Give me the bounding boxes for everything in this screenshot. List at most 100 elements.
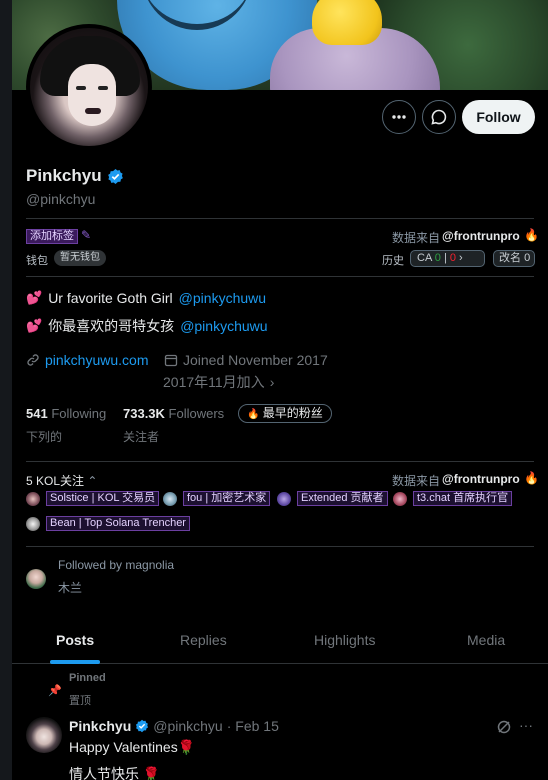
tab-highlights[interactable]: Highlights <box>314 632 375 648</box>
chevron-right-icon: › <box>269 374 275 390</box>
early-followers-label: 最早的粉丝 <box>262 406 323 420</box>
kol-avatar <box>163 492 177 506</box>
profile-handle: @pinkchyu <box>26 191 96 207</box>
kol-chip[interactable]: Solstice | KOL 交易员 <box>46 491 160 506</box>
tab-posts[interactable]: Posts <box>56 632 94 648</box>
grok-icon[interactable] <box>496 719 512 735</box>
website-row: pinkchyuwu.com <box>26 352 149 368</box>
post-date[interactable]: · Feb 15 <box>227 718 279 734</box>
heart-icon: 💕 <box>26 318 43 333</box>
verified-icon <box>136 719 149 733</box>
pinned-label: Pinned <box>69 672 106 684</box>
profile-name-text: Pinkchyu <box>26 166 102 185</box>
bio-mention-2[interactable]: @pinkychuwu <box>180 318 267 334</box>
joined-text: Joined November 2017 <box>183 352 328 368</box>
calendar-icon <box>164 354 178 367</box>
post-more-icon[interactable]: ··· <box>519 717 533 733</box>
post-avatar[interactable] <box>26 717 62 753</box>
kol-chip[interactable]: fou | 加密艺术家 <box>183 491 271 506</box>
early-followers-chip[interactable]: 🔥 最早的粉丝 <box>238 404 332 423</box>
rose-icon: 🌹 <box>142 766 161 780</box>
post-text-2: 情人节快乐 <box>69 766 139 780</box>
kol-title-text: 5 KOL关注 <box>26 474 85 488</box>
bio-text-1: Ur favorite Goth Girl <box>48 290 173 306</box>
post-line-2: 情人节快乐 🌹 <box>69 764 160 780</box>
ca-chip[interactable]: CA 0 | 0 › <box>410 250 485 267</box>
fire-icon: 🔥 <box>247 409 260 420</box>
source-link[interactable]: @frontrunpro <box>442 229 520 243</box>
bio-line-2: 💕 你最喜欢的哥特女孩 @pinkychuwu <box>26 316 268 336</box>
followers-count: 733.3K <box>123 406 165 421</box>
bio-mention-1[interactable]: @pinkychuwu <box>179 290 266 306</box>
post-author-name[interactable]: Pinkchyu <box>69 718 131 734</box>
post-author-handle[interactable]: @pinkchyu <box>153 718 222 734</box>
verified-icon <box>107 168 123 184</box>
post-text-1: Happy Valentines <box>69 739 178 755</box>
source-label: 数据来自 <box>392 231 441 245</box>
chevron-right-icon: › <box>459 252 463 264</box>
tab-replies[interactable]: Replies <box>180 632 227 648</box>
following-count: 541 <box>26 406 48 421</box>
kol-chip[interactable]: Bean | Top Solana Trencher <box>46 516 190 531</box>
kol-chip[interactable]: t3.chat 首席执行官 <box>413 491 513 506</box>
followers-cn: 关注者 <box>123 430 160 444</box>
kol-title[interactable]: 5 KOL关注 ⌃ <box>26 472 97 489</box>
active-tab-indicator <box>50 660 100 664</box>
following-label: Following <box>51 406 107 421</box>
more-button[interactable] <box>382 100 416 134</box>
followers-stat[interactable]: 733.3K Followers <box>123 406 224 421</box>
wallet-chip[interactable]: 暂无钱包 <box>54 250 106 266</box>
ca-red-count: 0 <box>449 252 456 264</box>
history-label: 历史 <box>382 255 404 267</box>
rename-label: 改名 <box>499 252 521 264</box>
fire-icon: 🔥 <box>524 228 539 242</box>
ca-separator: | <box>443 252 447 264</box>
fire-icon: 🔥 <box>524 471 539 485</box>
link-icon <box>27 354 39 366</box>
ca-green-count: 0 <box>434 252 441 264</box>
more-icon <box>392 115 406 119</box>
divider <box>26 546 534 547</box>
following-cn: 下列的 <box>26 430 63 444</box>
pencil-icon[interactable]: ✎ <box>81 228 91 242</box>
rename-chip[interactable]: 改名 0 <box>493 250 535 267</box>
kol-avatar <box>26 492 40 506</box>
kol-source-link[interactable]: @frontrunpro <box>442 472 520 486</box>
rose-icon: 🌹 <box>177 739 196 755</box>
add-tag-chip[interactable]: 添加标签 <box>26 229 78 244</box>
pin-icon: 📌 <box>48 685 62 697</box>
profile-column: Follow Pinkchyu @pinkchyu 添加标签 ✎ 数据来自 @f… <box>12 0 548 780</box>
followed-by-avatar <box>26 569 46 589</box>
post-line-1: Happy Valentines🌹 <box>69 739 195 756</box>
following-stat[interactable]: 541 Following <box>26 406 106 421</box>
joined-cn-row[interactable]: 2017年11月加入 › <box>163 372 274 392</box>
follow-button[interactable]: Follow <box>462 100 535 134</box>
post-header: Pinkchyu @pinkchyu · Feb 15 <box>69 718 279 734</box>
joined-row: Joined November 2017 <box>164 352 328 368</box>
kol-avatar <box>277 492 291 506</box>
ca-label: CA <box>417 252 432 264</box>
joined-cn-text: 2017年11月加入 <box>163 374 265 390</box>
profile-name: Pinkchyu <box>26 166 124 186</box>
divider <box>26 461 534 462</box>
followed-by-cn: 木兰 <box>58 581 83 595</box>
kol-chip[interactable]: Extended 贡献者 <box>297 491 388 506</box>
divider <box>26 218 534 219</box>
followed-by-text[interactable]: Followed by magnolia <box>58 558 174 572</box>
wallet-label: 钱包 <box>26 255 48 267</box>
followers-label: Followers <box>168 406 225 421</box>
profile-avatar[interactable] <box>26 24 152 150</box>
heart-icon: 💕 <box>26 290 43 305</box>
rename-count: 0 <box>524 252 531 264</box>
website-link[interactable]: pinkchyuwu.com <box>45 352 149 368</box>
kol-source-label: 数据来自 <box>392 474 441 488</box>
left-gutter <box>0 0 12 780</box>
message-icon <box>431 109 447 125</box>
bio-text-2: 你最喜欢的哥特女孩 <box>48 318 175 334</box>
bio-line-1: 💕 Ur favorite Goth Girl @pinkychuwu <box>26 290 266 306</box>
message-button[interactable] <box>422 100 456 134</box>
kol-avatar <box>393 492 407 506</box>
divider <box>26 276 534 277</box>
pinned-cn: 置顶 <box>69 695 91 707</box>
tab-media[interactable]: Media <box>467 632 505 648</box>
